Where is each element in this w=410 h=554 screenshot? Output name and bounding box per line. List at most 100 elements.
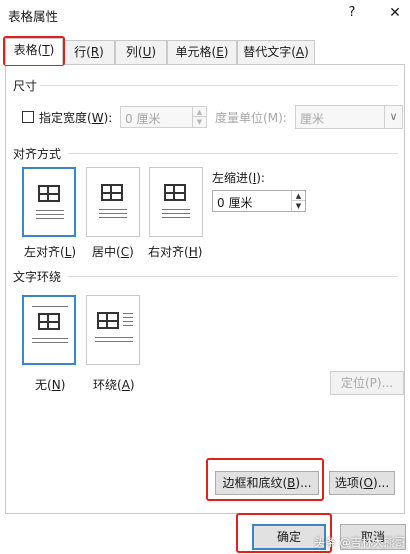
tab-accel: E <box>216 45 224 59</box>
text-line <box>32 338 68 339</box>
tab-strip: 表格(T) 行(R) 列(U) 单元格(E) 替代文字(A) <box>0 38 410 65</box>
text-line <box>95 341 133 342</box>
indent-value: 0 厘米 <box>217 196 253 210</box>
table-wrap-around-icon <box>97 312 119 329</box>
measure-in-label: 度量单位(M): <box>215 111 287 125</box>
button-ellipsis: ... <box>300 476 312 490</box>
text-line <box>123 317 133 318</box>
measure-in-value: 厘米 <box>300 112 325 126</box>
label-accel: W <box>91 111 104 125</box>
align-left-label[interactable]: 左对齐(L) <box>24 243 76 260</box>
label-text: 左缩进 <box>212 171 249 185</box>
align-center-option[interactable] <box>86 167 140 237</box>
align-center-label[interactable]: 居中(C) <box>92 243 134 260</box>
label-accel: L <box>64 245 72 259</box>
label-accel: I <box>252 171 257 185</box>
label-accel: C <box>120 245 130 259</box>
text-line <box>123 321 133 322</box>
wrap-around-option[interactable] <box>86 295 140 365</box>
specify-width-label[interactable]: 指定宽度(W): <box>39 109 112 126</box>
button-text: 选项 <box>334 476 359 490</box>
text-line <box>36 214 64 215</box>
text-line <box>162 217 190 218</box>
button-accel: O <box>363 476 373 490</box>
text-line <box>123 325 133 326</box>
positioning-button[interactable]: 定位(P)... <box>330 371 404 395</box>
align-left-option[interactable] <box>22 167 76 237</box>
spin-up-icon[interactable]: ▲ <box>291 191 305 201</box>
width-spinner[interactable]: 0 厘米 ▲ ▼ <box>120 106 207 128</box>
label-text: 居中 <box>92 245 117 259</box>
text-line <box>36 218 64 219</box>
table-align-left-icon <box>38 185 60 202</box>
title-bar: 表格属性 ? ✕ <box>0 0 410 28</box>
text-line <box>99 209 127 210</box>
options-button[interactable]: 选项(O)... <box>329 471 395 495</box>
button-accel: B <box>287 476 296 490</box>
table-align-center-icon <box>101 184 123 201</box>
label-text: 左对齐 <box>24 245 61 259</box>
tab-label: 替代文字 <box>243 45 292 59</box>
specify-width-checkbox[interactable] <box>22 111 34 123</box>
indent-spinner[interactable]: 0 厘米 ▲ ▼ <box>212 190 306 212</box>
text-line <box>32 342 68 343</box>
measure-in-select[interactable]: 厘米 ∨ <box>295 105 403 129</box>
tab-accel: T <box>42 43 50 57</box>
text-line <box>162 213 190 214</box>
button-text: 边框和底纹 <box>222 476 283 490</box>
table-align-right-icon <box>164 184 186 201</box>
watermark: 头条 @吉林大熊哥 <box>314 536 406 549</box>
button-ellipsis: ... <box>377 476 390 490</box>
spin-up-icon[interactable]: ▲ <box>192 107 206 117</box>
text-line <box>162 209 190 210</box>
close-icon[interactable]: ✕ <box>385 3 405 23</box>
tab-label: 列 <box>125 45 138 59</box>
tab-page-table: 尺寸 指定宽度(W): 0 厘米 ▲ ▼ 度量单位(M): 厘米 ∨ 对齐方式 … <box>5 64 405 514</box>
label-accel: A <box>121 378 130 392</box>
alignment-section-title: 对齐方式 <box>13 147 62 161</box>
label-text: 指定宽度 <box>39 111 88 125</box>
align-right-option[interactable] <box>149 167 203 237</box>
label-text: 度量单位 <box>215 111 264 125</box>
text-line <box>32 306 68 307</box>
tab-column[interactable]: 列(U) <box>115 40 167 65</box>
button-accel: P <box>369 376 377 390</box>
spin-down-icon[interactable]: ▼ <box>192 117 206 127</box>
text-line <box>36 210 64 211</box>
label-text: 右对齐 <box>148 245 185 259</box>
section-divider <box>40 85 398 86</box>
button-text: 定位 <box>340 376 365 390</box>
text-line <box>99 217 127 218</box>
tab-accel: U <box>142 45 152 59</box>
tab-row[interactable]: 行(R) <box>63 40 115 65</box>
tab-label: 表格 <box>13 43 38 57</box>
tab-alt-text[interactable]: 替代文字(A) <box>237 40 315 65</box>
width-value: 0 厘米 <box>125 112 161 126</box>
dialog-title: 表格属性 <box>8 9 59 24</box>
tab-cell[interactable]: 单元格(E) <box>167 40 237 65</box>
tab-accel: R <box>90 45 100 59</box>
wrap-none-option[interactable] <box>22 295 76 365</box>
wrap-none-label[interactable]: 无(N) <box>35 376 65 393</box>
size-section-title: 尺寸 <box>13 79 38 93</box>
align-right-label[interactable]: 右对齐(H) <box>148 243 202 260</box>
help-icon[interactable]: ? <box>342 3 362 23</box>
label-text: 环绕 <box>93 378 118 392</box>
spin-down-icon[interactable]: ▼ <box>291 201 305 211</box>
text-line <box>95 337 133 338</box>
text-line <box>123 313 133 314</box>
borders-and-shading-button[interactable]: 边框和底纹(B)... <box>215 471 319 495</box>
section-divider <box>68 153 398 154</box>
indent-label: 左缩进(I): <box>212 171 265 185</box>
wrapping-section-title: 文字环绕 <box>13 270 62 284</box>
label-accel: M <box>267 111 279 125</box>
tab-label: 行 <box>74 45 87 59</box>
label-text: 无 <box>35 378 48 392</box>
wrap-around-label[interactable]: 环绕(A) <box>93 376 135 393</box>
section-divider <box>68 276 398 277</box>
tab-label: 单元格 <box>175 45 212 59</box>
button-ellipsis: ... <box>381 376 394 390</box>
chevron-down-icon[interactable]: ∨ <box>384 106 402 128</box>
tab-accel: A <box>295 45 305 59</box>
tab-table[interactable]: 表格(T) <box>5 38 63 65</box>
